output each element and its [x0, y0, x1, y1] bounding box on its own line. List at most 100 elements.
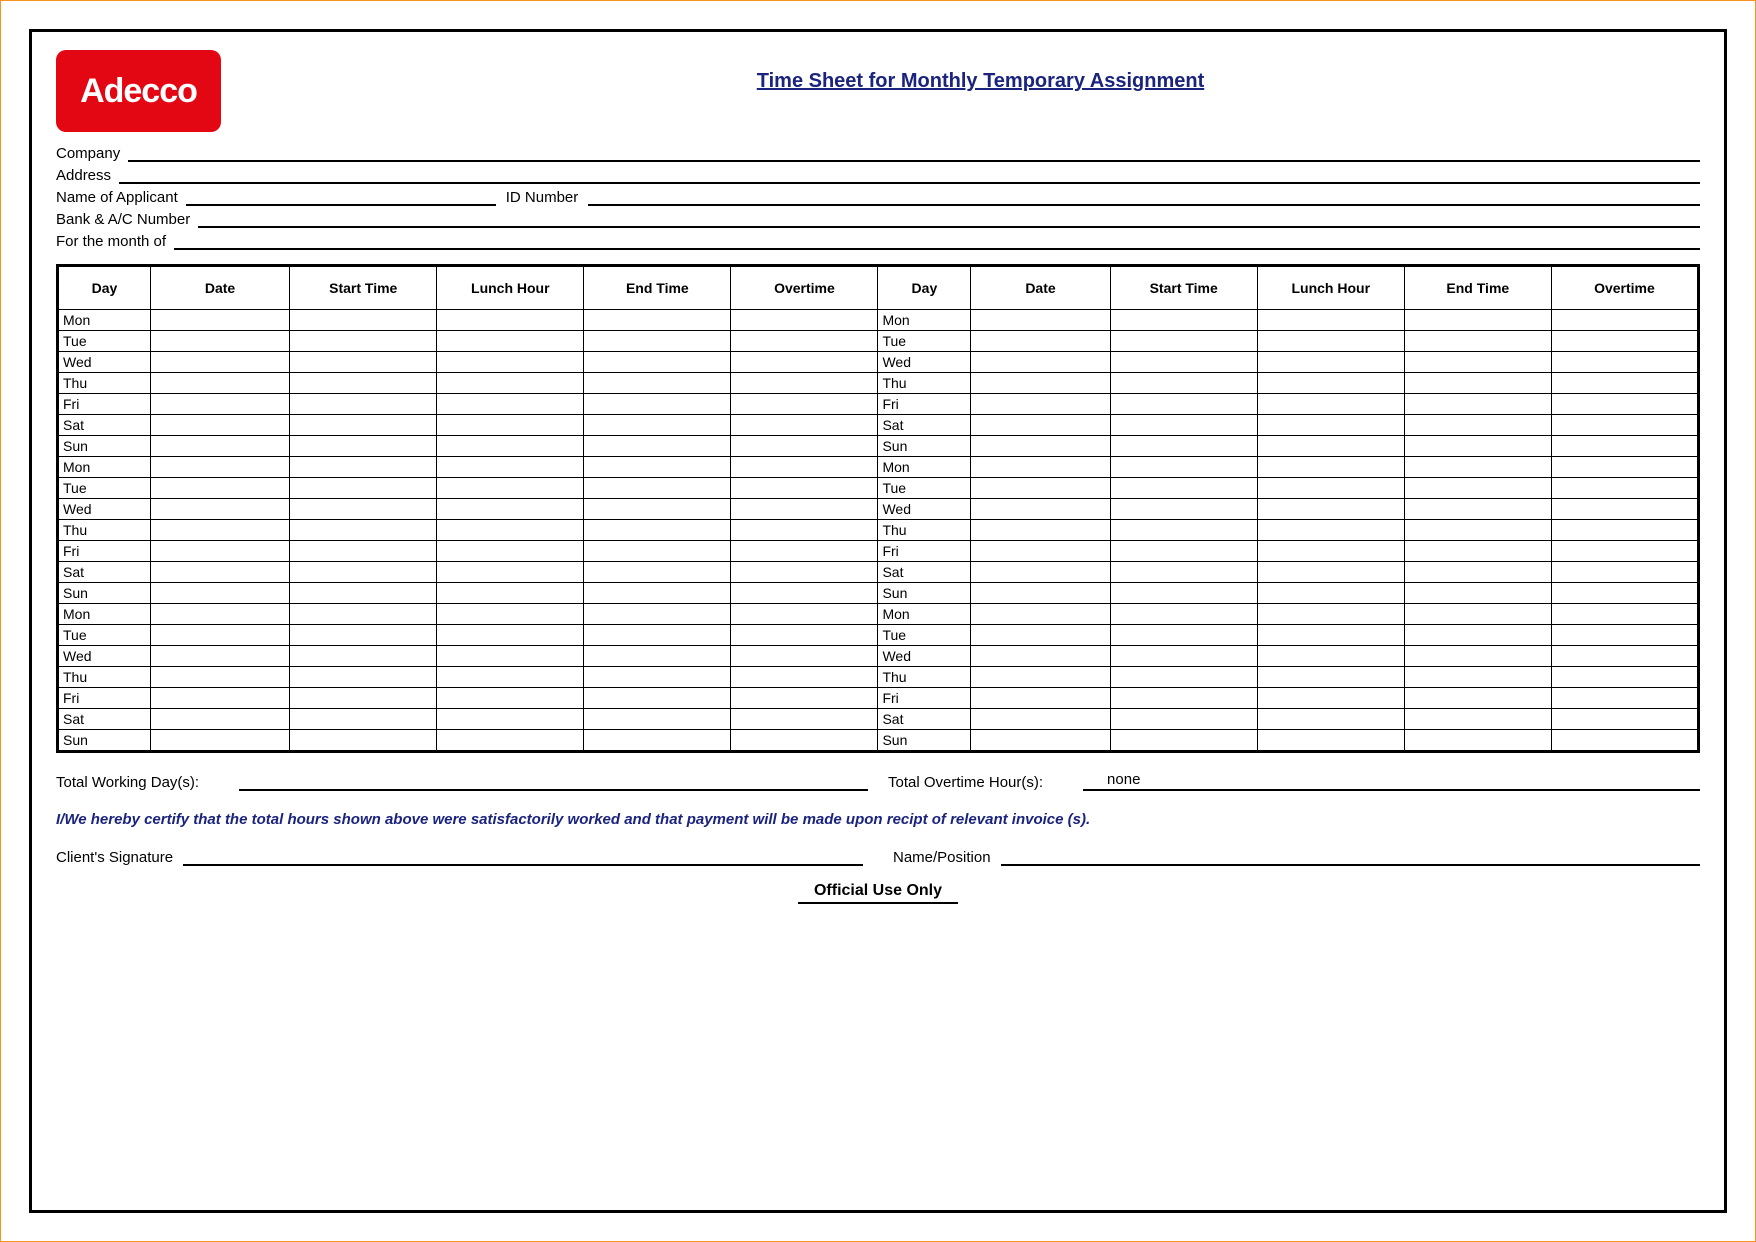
time-cell[interactable]: [1551, 310, 1698, 331]
time-cell[interactable]: [437, 583, 584, 604]
time-cell[interactable]: [150, 394, 289, 415]
time-cell[interactable]: [1110, 730, 1257, 752]
time-cell[interactable]: [437, 541, 584, 562]
time-cell[interactable]: [1257, 436, 1404, 457]
time-cell[interactable]: [584, 709, 731, 730]
time-cell[interactable]: [150, 310, 289, 331]
time-cell[interactable]: [1110, 331, 1257, 352]
time-cell[interactable]: [150, 478, 289, 499]
time-cell[interactable]: [290, 373, 437, 394]
time-cell[interactable]: [584, 457, 731, 478]
time-cell[interactable]: [584, 499, 731, 520]
time-cell[interactable]: [1404, 688, 1551, 709]
time-cell[interactable]: [731, 352, 878, 373]
time-cell[interactable]: [437, 562, 584, 583]
time-cell[interactable]: [1404, 394, 1551, 415]
name-position-input[interactable]: [1001, 846, 1700, 866]
time-cell[interactable]: [731, 394, 878, 415]
time-cell[interactable]: [1404, 646, 1551, 667]
time-cell[interactable]: [584, 541, 731, 562]
time-cell[interactable]: [1404, 436, 1551, 457]
total-working-days-input[interactable]: [239, 771, 868, 791]
address-input[interactable]: [119, 162, 1700, 184]
time-cell[interactable]: [1257, 499, 1404, 520]
time-cell[interactable]: [437, 625, 584, 646]
time-cell[interactable]: [971, 331, 1110, 352]
time-cell[interactable]: [731, 583, 878, 604]
time-cell[interactable]: [1551, 583, 1698, 604]
time-cell[interactable]: [971, 667, 1110, 688]
time-cell[interactable]: [731, 436, 878, 457]
time-cell[interactable]: [1257, 730, 1404, 752]
time-cell[interactable]: [437, 310, 584, 331]
time-cell[interactable]: [290, 520, 437, 541]
time-cell[interactable]: [150, 709, 289, 730]
time-cell[interactable]: [1404, 310, 1551, 331]
time-cell[interactable]: [1110, 436, 1257, 457]
time-cell[interactable]: [290, 436, 437, 457]
time-cell[interactable]: [150, 499, 289, 520]
time-cell[interactable]: [150, 541, 289, 562]
time-cell[interactable]: [584, 667, 731, 688]
time-cell[interactable]: [1257, 394, 1404, 415]
time-cell[interactable]: [584, 436, 731, 457]
time-cell[interactable]: [1404, 562, 1551, 583]
time-cell[interactable]: [1110, 415, 1257, 436]
time-cell[interactable]: [150, 415, 289, 436]
time-cell[interactable]: [584, 625, 731, 646]
time-cell[interactable]: [731, 499, 878, 520]
time-cell[interactable]: [1257, 709, 1404, 730]
time-cell[interactable]: [437, 331, 584, 352]
time-cell[interactable]: [971, 499, 1110, 520]
time-cell[interactable]: [1404, 352, 1551, 373]
time-cell[interactable]: [290, 667, 437, 688]
time-cell[interactable]: [150, 373, 289, 394]
time-cell[interactable]: [1257, 541, 1404, 562]
bank-input[interactable]: [198, 206, 1700, 228]
time-cell[interactable]: [1551, 562, 1698, 583]
time-cell[interactable]: [437, 436, 584, 457]
time-cell[interactable]: [1110, 457, 1257, 478]
time-cell[interactable]: [731, 625, 878, 646]
time-cell[interactable]: [731, 646, 878, 667]
time-cell[interactable]: [1551, 457, 1698, 478]
time-cell[interactable]: [1110, 310, 1257, 331]
time-cell[interactable]: [290, 457, 437, 478]
time-cell[interactable]: [971, 478, 1110, 499]
time-cell[interactable]: [290, 331, 437, 352]
time-cell[interactable]: [290, 541, 437, 562]
time-cell[interactable]: [290, 352, 437, 373]
time-cell[interactable]: [731, 709, 878, 730]
time-cell[interactable]: [971, 688, 1110, 709]
time-cell[interactable]: [584, 604, 731, 625]
applicant-input[interactable]: [186, 184, 496, 206]
time-cell[interactable]: [437, 604, 584, 625]
time-cell[interactable]: [584, 352, 731, 373]
time-cell[interactable]: [290, 499, 437, 520]
time-cell[interactable]: [1110, 499, 1257, 520]
time-cell[interactable]: [150, 604, 289, 625]
time-cell[interactable]: [584, 331, 731, 352]
time-cell[interactable]: [1551, 604, 1698, 625]
time-cell[interactable]: [584, 394, 731, 415]
time-cell[interactable]: [1551, 373, 1698, 394]
time-cell[interactable]: [1257, 415, 1404, 436]
time-cell[interactable]: [1404, 331, 1551, 352]
time-cell[interactable]: [1404, 583, 1551, 604]
time-cell[interactable]: [971, 520, 1110, 541]
time-cell[interactable]: [1110, 352, 1257, 373]
time-cell[interactable]: [1257, 352, 1404, 373]
time-cell[interactable]: [437, 520, 584, 541]
client-signature-input[interactable]: [183, 846, 863, 866]
time-cell[interactable]: [1110, 688, 1257, 709]
time-cell[interactable]: [1257, 688, 1404, 709]
time-cell[interactable]: [1404, 625, 1551, 646]
time-cell[interactable]: [584, 478, 731, 499]
time-cell[interactable]: [150, 667, 289, 688]
time-cell[interactable]: [584, 646, 731, 667]
time-cell[interactable]: [150, 352, 289, 373]
time-cell[interactable]: [437, 352, 584, 373]
time-cell[interactable]: [150, 520, 289, 541]
time-cell[interactable]: [971, 415, 1110, 436]
time-cell[interactable]: [437, 709, 584, 730]
